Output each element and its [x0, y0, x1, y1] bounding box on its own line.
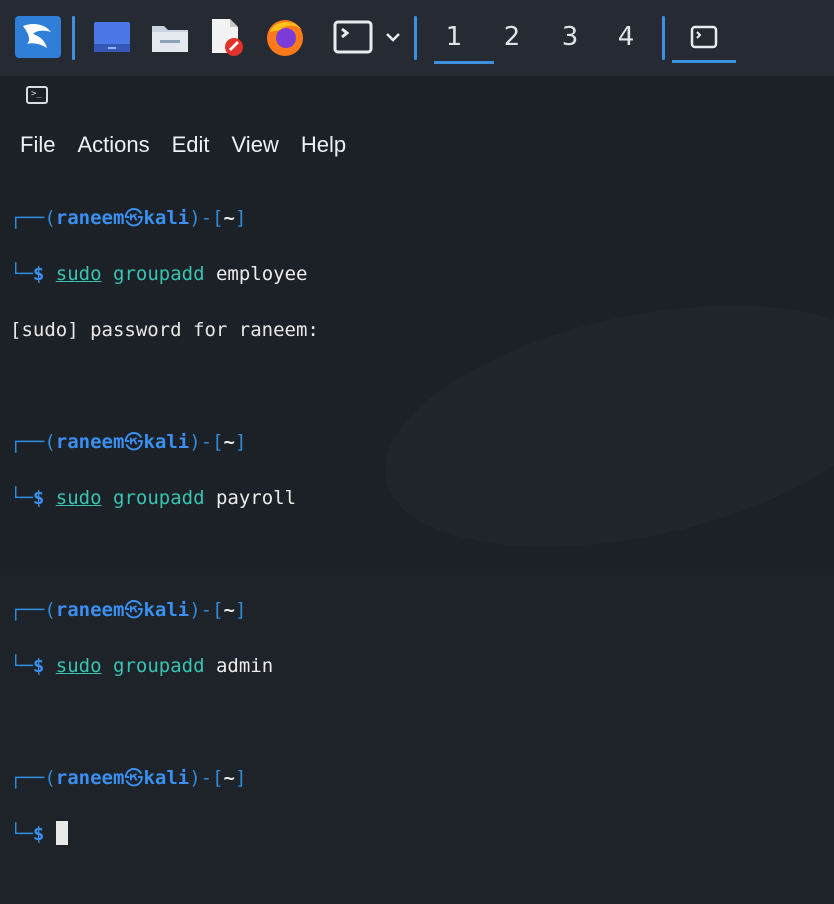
prompt-dir: ~	[223, 767, 235, 789]
command-sudo: sudo	[55, 655, 102, 677]
firefox-icon[interactable]	[262, 16, 308, 58]
menu-edit[interactable]: Edit	[172, 132, 210, 166]
command-line: └─$ sudo groupadd admin	[10, 655, 274, 677]
prompt-line: ┌──(raneem㉿kali)-[~]	[10, 599, 247, 621]
terminal-window[interactable]: >_ File Actions Edit View Help ┌──(ranee…	[0, 76, 834, 845]
skull-icon: ㉿	[124, 767, 144, 789]
text-cursor	[55, 821, 68, 845]
taskbar-separator	[662, 16, 665, 60]
command-name: groupadd	[113, 487, 205, 509]
skull-icon: ㉿	[124, 599, 144, 621]
menu-bar: File Actions Edit View Help	[20, 132, 346, 166]
prompt-user: raneem	[55, 599, 125, 621]
terminal-title-icon: >_	[26, 86, 48, 104]
command-sudo: sudo	[55, 487, 102, 509]
menu-actions[interactable]: Actions	[77, 132, 149, 166]
command-name: groupadd	[113, 655, 205, 677]
skull-icon: ㉿	[124, 207, 144, 229]
desktop-icon[interactable]	[90, 16, 134, 58]
menu-view[interactable]: View	[232, 132, 279, 166]
workspace-2[interactable]: 2	[492, 12, 532, 62]
command-arg: payroll	[215, 487, 297, 509]
taskbar-separator	[72, 16, 75, 60]
prompt-host: kali	[143, 599, 190, 621]
command-name: groupadd	[113, 263, 205, 285]
workspace-4[interactable]: 4	[606, 12, 646, 62]
taskbar: 1 2 3 4	[0, 0, 834, 76]
command-arg: admin	[215, 655, 274, 677]
prompt-user: raneem	[55, 431, 125, 453]
chevron-down-icon[interactable]	[382, 16, 404, 58]
prompt-host: kali	[143, 207, 190, 229]
terminal-output[interactable]: ┌──(raneem㉿kali)-[~] └─$ sudo groupadd e…	[10, 176, 834, 845]
command-arg: employee	[215, 263, 308, 285]
prompt-user: raneem	[55, 207, 125, 229]
menu-file[interactable]: File	[20, 132, 55, 166]
prompt-dir: ~	[223, 207, 235, 229]
prompt-line: ┌──(raneem㉿kali)-[~]	[10, 207, 247, 229]
workspace-3[interactable]: 3	[550, 12, 590, 62]
skull-icon: ㉿	[124, 431, 144, 453]
command-output: [sudo] password for raneem:	[10, 319, 319, 341]
workspace-1[interactable]: 1	[434, 12, 494, 64]
command-sudo: sudo	[55, 263, 102, 285]
command-line: └─$ sudo groupadd employee	[10, 263, 308, 285]
folder-icon[interactable]	[148, 16, 192, 58]
prompt-dir: ~	[223, 599, 235, 621]
command-line: └─$ sudo groupadd payroll	[10, 487, 297, 509]
prompt-host: kali	[143, 431, 190, 453]
prompt-host: kali	[143, 767, 190, 789]
menu-help[interactable]: Help	[301, 132, 346, 166]
prompt-line: ┌──(raneem㉿kali)-[~]	[10, 767, 247, 789]
taskbar-separator	[414, 16, 417, 60]
terminal-icon[interactable]	[330, 16, 376, 58]
active-window-indicator	[672, 60, 736, 63]
text-editor-icon[interactable]	[204, 16, 248, 58]
kali-dragon-icon[interactable]	[14, 16, 62, 58]
prompt-line: ┌──(raneem㉿kali)-[~]	[10, 431, 247, 453]
command-line[interactable]: └─$	[10, 820, 834, 848]
terminal-window-button[interactable]	[686, 16, 722, 58]
prompt-dir: ~	[223, 431, 235, 453]
prompt-user: raneem	[55, 767, 125, 789]
